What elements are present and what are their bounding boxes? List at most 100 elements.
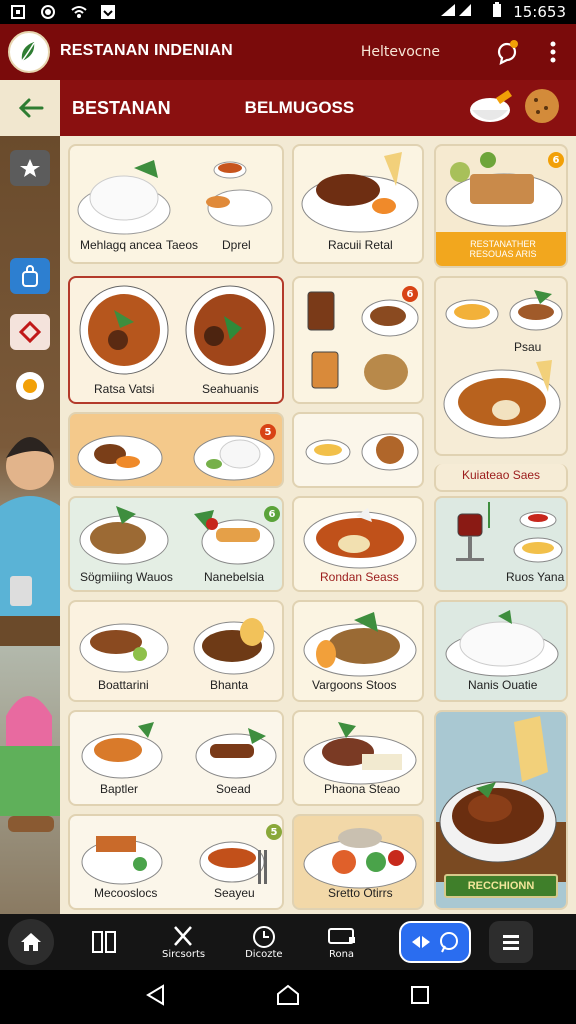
chat-icon: [439, 932, 458, 953]
wine-sauce-icon: [456, 502, 563, 563]
menu-item-label: Rondan Seass: [320, 570, 399, 584]
drinks-snacks-icon: [307, 291, 419, 390]
menu-card-featured[interactable]: RECCHIONN: [434, 710, 568, 910]
person-illustration: [0, 437, 60, 832]
menu-card[interactable]: Mehlagq ancea Taeos Dprel: [68, 144, 284, 264]
nav-shortcuts-button[interactable]: Sircsorts: [162, 925, 205, 960]
nav-assistant-button[interactable]: [398, 921, 471, 963]
side-bag-button[interactable]: [10, 258, 50, 294]
nav-label: Rona: [328, 948, 355, 960]
menu-card[interactable]: 6 RESTANATHER RESOUAS ARIS: [434, 144, 568, 268]
rendang-bowl-icon: [303, 508, 417, 569]
menu-card-selected[interactable]: Ratsa Vatsi Seahuanis: [68, 276, 284, 404]
featured-order-button[interactable]: RECCHIONN: [444, 874, 558, 898]
page-title: BESTANAN: [72, 97, 171, 118]
meat-plate-icon: [79, 623, 169, 673]
side-diamond-button[interactable]: [10, 314, 50, 350]
app-logo[interactable]: [8, 31, 50, 73]
sliced-meat-icon: [195, 728, 277, 779]
menu-card[interactable]: Vargoons Stoos: [292, 600, 424, 702]
menu-card[interactable]: Baptler Soead: [68, 710, 284, 806]
roast-plate-icon: [301, 152, 419, 233]
welcome-text: Heltevocne: [360, 44, 440, 60]
menu-card[interactable]: Phaona Steao: [292, 710, 424, 806]
menu-card-caption[interactable]: Kuiateao Saes: [434, 464, 568, 492]
menu-card[interactable]: 6 Sögmiiing Wauos Nanebelsia: [68, 496, 284, 592]
system-back-button[interactable]: [145, 984, 167, 1010]
menu-item-label: Mehlagq ancea: [80, 238, 163, 252]
app-bar: RESTANAN INDENIAN Heltevocne: [0, 24, 576, 80]
system-home-button[interactable]: [276, 984, 300, 1010]
diamond-icon: [19, 321, 41, 343]
home-outline-icon: [276, 984, 299, 1005]
menu-card[interactable]: 6: [292, 276, 424, 404]
salad-plate-icon: [303, 828, 417, 889]
rice-plate-icon: [77, 160, 171, 235]
sauce-bowls-icon: [206, 161, 273, 227]
leaf-logo-icon: [21, 42, 35, 62]
featured-dish-icon: [436, 716, 566, 882]
nav-discover-button[interactable]: Dicozte: [245, 925, 283, 960]
nav-home-button[interactable]: [8, 919, 54, 965]
menu-card[interactable]: 5: [68, 412, 284, 488]
menu-card[interactable]: Sretto Otirrs: [292, 814, 424, 910]
menu-card[interactable]: Psau: [434, 276, 568, 456]
arrows-icon: [411, 936, 430, 948]
menu-card[interactable]: [292, 412, 424, 488]
home-icon: [21, 933, 41, 951]
menu-card[interactable]: Rondan Seass: [292, 496, 424, 592]
hamburger-icon: [502, 935, 519, 950]
menu-card[interactable]: Nanis Ouatie: [434, 600, 568, 702]
menu-item-label: Baptler: [100, 782, 139, 796]
star-icon: [20, 159, 40, 177]
cookie-icon[interactable]: [522, 86, 562, 130]
side-egg-button[interactable]: [10, 368, 50, 404]
menu-item-label: Soead: [216, 782, 251, 796]
menu-card[interactable]: Racuii Retal: [292, 144, 424, 264]
bread-platter-icon: [445, 152, 563, 227]
meat-cheese-plate-icon: [303, 722, 417, 785]
menu-book-icon: [92, 931, 116, 953]
fried-rice-icon: [79, 506, 169, 565]
count-badge: 6: [548, 152, 564, 168]
sub-header: BESTANAN BELMUGOSS: [0, 80, 576, 136]
record-icon: [40, 4, 56, 20]
menu-item-label: Ratsa Vatsi: [94, 382, 155, 396]
menu-item-label: Sretto Otirrs: [328, 886, 393, 900]
veg-plate-icon: [81, 836, 163, 885]
nav-orders-button[interactable]: Rona: [327, 925, 357, 960]
menu-card[interactable]: 5 Mecooslocs Seayeu: [68, 814, 284, 910]
rice-bowl-icon[interactable]: [468, 86, 514, 130]
back-triangle-icon: [145, 984, 164, 1006]
square-icon: [411, 986, 430, 1004]
menu-item-label: Psau: [514, 340, 542, 354]
back-button[interactable]: [0, 80, 60, 136]
menu-card[interactable]: Ruos Yana: [434, 496, 568, 592]
menu-item-label: Dprel: [222, 238, 251, 252]
nav-more-button[interactable]: [488, 921, 533, 963]
menu-item-label: Racuii Retal: [328, 238, 393, 252]
menu-item-label: Nanis Ouatie: [468, 678, 538, 692]
tray-icon: [327, 927, 355, 944]
notification-icon: [10, 4, 26, 20]
menu-card[interactable]: Boattarini Bhanta: [68, 600, 284, 702]
system-recents-button[interactable]: [409, 984, 431, 1010]
menu-grid: Mehlagq ancea Taeos Dprel Ratsa Vatsi Se…: [60, 136, 576, 914]
side-favorite-button[interactable]: [10, 150, 50, 186]
menu-item-label: Seayeu: [214, 886, 255, 900]
count-badge: 5: [266, 824, 282, 840]
menu-item-label: Seahuanis: [202, 382, 259, 396]
more-vert-icon: [550, 41, 556, 63]
nav-menu-button[interactable]: [90, 928, 118, 956]
overflow-menu-button[interactable]: [538, 37, 568, 67]
menu-item-label: Bhanta: [210, 678, 249, 692]
notification-button[interactable]: [492, 37, 522, 67]
signal-icon: [441, 2, 481, 22]
curry-bowl-icon: [79, 285, 169, 375]
bag-icon: [22, 265, 38, 287]
count-badge: 6: [402, 286, 418, 302]
count-badge: 5: [260, 424, 276, 440]
featured-banner: RESTANATHER RESOUAS ARIS: [436, 232, 566, 266]
arrow-back-icon: [18, 98, 44, 118]
menu-item-label: Ruos Yana: [506, 570, 565, 584]
